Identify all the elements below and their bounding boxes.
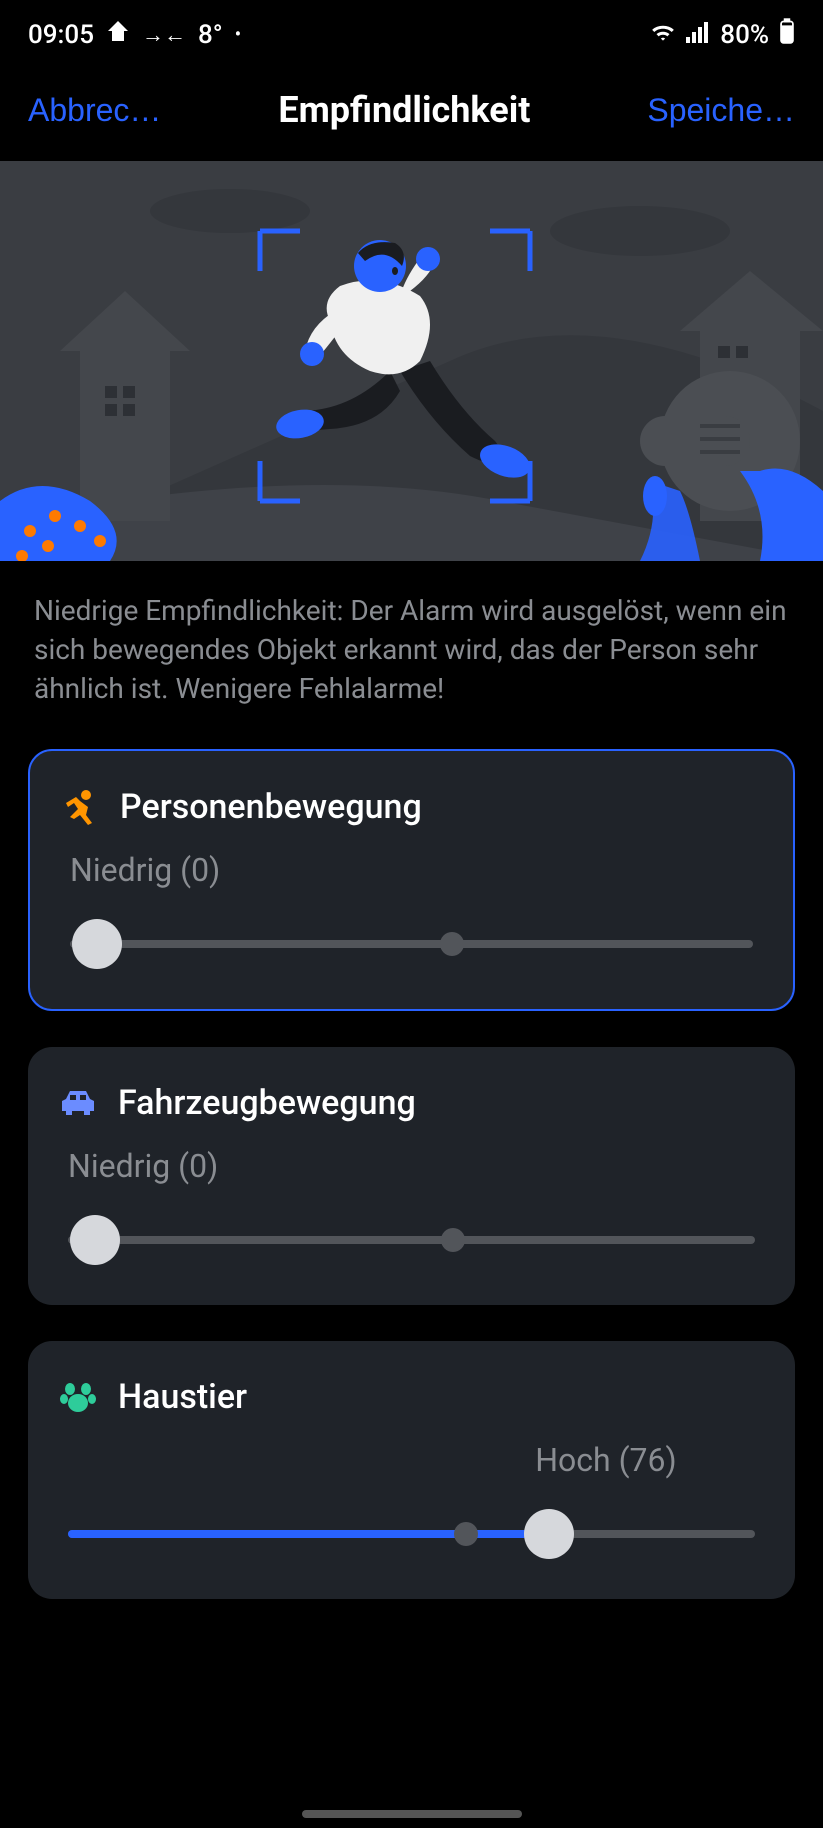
card-title: Personenbewegung xyxy=(120,787,422,827)
sensitivity-slider-vehicle[interactable] xyxy=(68,1215,755,1265)
status-left: 09:05 →← 8° • xyxy=(28,19,241,50)
dot-icon: • xyxy=(235,24,241,45)
slider-midpoint xyxy=(440,932,464,956)
slider-midpoint xyxy=(454,1522,478,1546)
car-icon xyxy=(58,1083,98,1123)
card-value-label: Niedrig (0) xyxy=(70,851,763,889)
sensitivity-slider-pet[interactable] xyxy=(68,1509,755,1559)
card-pet[interactable]: Haustier Hoch (76) xyxy=(28,1341,795,1599)
signal-icon xyxy=(686,20,710,50)
paw-icon xyxy=(58,1377,98,1417)
card-header: Fahrzeugbewegung xyxy=(58,1083,765,1123)
description-text: Niedrige Empfindlichkeit: Der Alarm wird… xyxy=(0,561,823,739)
page-title: Empfindlichkeit xyxy=(278,89,530,131)
slider-thumb[interactable] xyxy=(524,1509,574,1559)
card-title: Haustier xyxy=(118,1377,247,1417)
sensitivity-slider-person[interactable] xyxy=(70,919,753,969)
settings-list: Personenbewegung Niedrig (0) Fahrzeugbew… xyxy=(0,739,823,1645)
battery-icon xyxy=(779,18,795,51)
slider-track xyxy=(70,940,753,948)
status-bar: 09:05 →← 8° • 80% xyxy=(0,0,823,69)
person-running-icon xyxy=(60,787,100,827)
status-right: 80% xyxy=(650,18,795,51)
status-time: 09:05 xyxy=(28,20,94,50)
slider-midpoint xyxy=(441,1228,465,1252)
status-temp: 8° xyxy=(198,20,223,50)
arrow-icon: →← xyxy=(142,22,186,48)
wifi-icon xyxy=(650,20,676,50)
app-header: Abbrec… Empfindlichkeit Speiche… xyxy=(0,69,823,161)
card-header: Haustier xyxy=(58,1377,765,1417)
illustration xyxy=(0,161,823,561)
card-value-label: Hoch (76) xyxy=(447,1441,765,1479)
card-title: Fahrzeugbewegung xyxy=(118,1083,416,1123)
status-battery: 80% xyxy=(720,20,769,50)
home-indicator[interactable] xyxy=(302,1810,522,1818)
card-person[interactable]: Personenbewegung Niedrig (0) xyxy=(28,749,795,1011)
slider-track xyxy=(68,1236,755,1244)
slider-thumb[interactable] xyxy=(72,919,122,969)
card-value-label: Niedrig (0) xyxy=(68,1147,765,1185)
cancel-button[interactable]: Abbrec… xyxy=(28,92,161,129)
slider-thumb[interactable] xyxy=(70,1215,120,1265)
card-header: Personenbewegung xyxy=(60,787,763,827)
card-vehicle[interactable]: Fahrzeugbewegung Niedrig (0) xyxy=(28,1047,795,1305)
notification-icon xyxy=(106,19,130,50)
save-button[interactable]: Speiche… xyxy=(647,92,795,129)
